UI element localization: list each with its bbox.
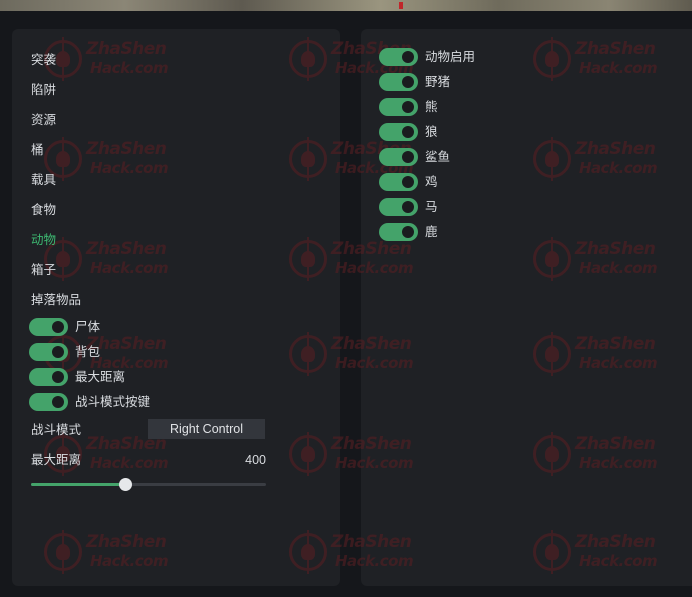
slider-thumb[interactable] <box>119 478 132 491</box>
toggle-knob <box>52 346 64 358</box>
game-background-strip <box>0 0 692 11</box>
toggle-switch[interactable] <box>379 223 418 241</box>
toggle-switch[interactable] <box>29 393 68 411</box>
menu-item-vehicle[interactable]: 载具 <box>31 172 56 188</box>
menu-item-barrel[interactable]: 桶 <box>31 142 44 158</box>
toggle-label: 尸体 <box>75 319 101 334</box>
toggle-knob <box>402 76 414 88</box>
toggle-switch[interactable] <box>379 173 418 191</box>
toggle-knob <box>52 371 64 383</box>
toggle-label: 鹿 <box>425 224 438 239</box>
toggle-switch[interactable] <box>379 48 418 66</box>
toggle-label: 背包 <box>75 344 101 359</box>
toggle-knob <box>402 201 414 213</box>
toggle-switch[interactable] <box>29 318 68 336</box>
menu-item-dropped-item[interactable]: 掉落物品 <box>31 292 81 308</box>
toggle-knob <box>402 226 414 238</box>
menu-item-raid[interactable]: 突袭 <box>31 52 56 68</box>
toggle-switch[interactable] <box>379 98 418 116</box>
toggle-label: 最大距离 <box>75 369 126 384</box>
menu-item-animal[interactable]: 动物 <box>31 232 56 248</box>
menu-item-resource[interactable]: 资源 <box>31 112 56 128</box>
menu-item-food[interactable]: 食物 <box>31 202 56 218</box>
toggle-switch[interactable] <box>29 368 68 386</box>
toggle-label: 马 <box>425 199 438 214</box>
toggle-switch[interactable] <box>379 198 418 216</box>
max-distance-label: 最大距离 <box>31 452 82 467</box>
toggle-label: 野猪 <box>425 74 451 89</box>
toggle-knob <box>402 51 414 63</box>
menu-item-box[interactable]: 箱子 <box>31 262 56 278</box>
toggle-switch[interactable] <box>29 343 68 361</box>
combat-mode-label: 战斗模式 <box>31 422 82 437</box>
toggle-knob <box>52 396 64 408</box>
max-distance-slider[interactable] <box>31 478 266 491</box>
toggle-switch[interactable] <box>379 148 418 166</box>
toggle-label: 鸡 <box>425 174 438 189</box>
toggle-label: 鲨鱼 <box>425 149 451 164</box>
toggle-knob <box>52 321 64 333</box>
combat-mode-keybind-button[interactable]: Right Control <box>148 419 265 439</box>
menu-item-trap[interactable]: 陷阱 <box>31 82 56 98</box>
toggle-label: 战斗模式按键 <box>75 394 151 409</box>
slider-fill <box>31 483 125 486</box>
toggle-label: 熊 <box>425 99 438 114</box>
map-marker <box>399 2 403 9</box>
toggle-knob <box>402 151 414 163</box>
toggle-label: 狼 <box>425 124 438 139</box>
toggle-switch[interactable] <box>379 123 418 141</box>
toggle-knob <box>402 176 414 188</box>
toggle-knob <box>402 101 414 113</box>
max-distance-value: 400 <box>245 453 266 467</box>
toggle-label: 动物启用 <box>425 49 476 64</box>
toggle-knob <box>402 126 414 138</box>
toggle-switch[interactable] <box>379 73 418 91</box>
